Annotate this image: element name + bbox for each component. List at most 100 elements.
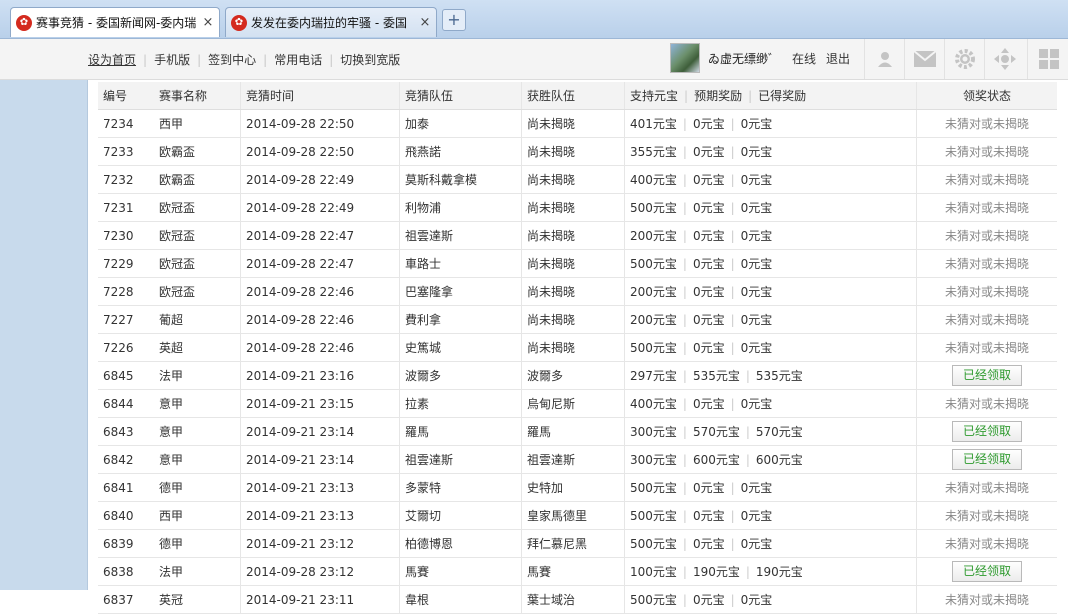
- cell-time: 2014-09-21 23:12: [241, 530, 400, 557]
- table-row: 7230 欧冠盃 2014-09-28 22:47 祖雲達斯 尚未揭晓 200元宝 | 0元宝…: [98, 222, 1057, 250]
- status-text: 未猜对或未揭晓: [944, 509, 1029, 523]
- tab-title: 赛事竞猜 - 委国新闻网-委内瑞: [36, 16, 197, 30]
- cell-status: 未猜对或未揭晓: [917, 474, 1057, 501]
- online-status[interactable]: 在线: [792, 50, 816, 67]
- browser-tab-strip: ✿ 赛事竞猜 - 委国新闻网-委内瑞 × ✿ 发发在委内瑞拉的牢骚 - 委国 ×…: [0, 0, 1068, 39]
- username-link[interactable]: ゐ虚无缥缈゛: [708, 50, 780, 67]
- cell-game: 德甲: [154, 530, 241, 557]
- phone-link[interactable]: 常用电话: [274, 51, 322, 68]
- table-row: 6844 意甲 2014-09-21 23:15 拉素 烏甸尼斯 400元宝 | 0元宝 | 0元…: [98, 390, 1057, 418]
- mobile-link[interactable]: 手机版: [154, 51, 190, 68]
- claimed-button[interactable]: 已经领取: [951, 449, 1022, 470]
- divider: |: [682, 312, 687, 327]
- cell-game: 意甲: [154, 390, 241, 417]
- cell-status: 未猜对或未揭晓: [917, 194, 1057, 221]
- cell-time: 2014-09-28 22:50: [241, 138, 400, 165]
- status-text: 未猜对或未揭晓: [944, 257, 1029, 271]
- cell-team: 艾爾切: [400, 502, 522, 529]
- cell-status: 未猜对或未揭晓: [917, 390, 1057, 417]
- cell-time: 2014-09-28 22:47: [241, 222, 400, 249]
- cell-time: 2014-09-28 22:46: [241, 334, 400, 361]
- browser-tab[interactable]: ✿ 发发在委内瑞拉的牢骚 - 委国 ×: [225, 7, 437, 37]
- new-tab-button[interactable]: +: [442, 9, 466, 31]
- cell-got: 600元宝: [755, 453, 803, 467]
- cell-expected: 0元宝: [692, 117, 725, 131]
- navigation-button[interactable]: [984, 39, 1025, 79]
- cell-time: 2014-09-21 23:13: [241, 474, 400, 501]
- cell-team: 柏德博恩: [400, 530, 522, 557]
- tab-close-icon[interactable]: ×: [201, 15, 215, 30]
- cell-rewards: 100元宝 | 190元宝 | 190元宝: [625, 558, 917, 585]
- cell-id: 6839: [103, 536, 134, 551]
- table-row: 6840 西甲 2014-09-21 23:13 艾爾切 皇家馬德里 500元宝 | 0元宝 |…: [98, 502, 1057, 530]
- header-game: 赛事名称: [154, 82, 241, 109]
- claimed-button[interactable]: 已经领取: [951, 561, 1022, 582]
- divider: |: [748, 88, 753, 103]
- browser-tab-active[interactable]: ✿ 赛事竞猜 - 委国新闻网-委内瑞 ×: [10, 7, 220, 37]
- table-header: 编号 赛事名称 竞猜时间 竞猜队伍 获胜队伍 支持元宝 | 预期奖励 | 已得奖…: [98, 82, 1057, 110]
- cell-rewards: 300元宝 | 570元宝 | 570元宝: [625, 418, 917, 445]
- profile-button[interactable]: [864, 39, 905, 79]
- divider: |: [730, 396, 735, 411]
- cell-id: 6844: [103, 396, 134, 411]
- logout-link[interactable]: 退出: [826, 50, 850, 67]
- divider: |: [682, 284, 687, 299]
- cell-game: 英冠: [154, 586, 241, 613]
- divider: |: [682, 592, 687, 607]
- cell-time: 2014-09-28 22:50: [241, 110, 400, 137]
- cell-expected: 0元宝: [692, 313, 725, 327]
- cell-rewards: 500元宝 | 0元宝 | 0元宝: [625, 334, 917, 361]
- cell-expected: 0元宝: [692, 341, 725, 355]
- cell-winner: 拜仁慕尼黑: [522, 530, 625, 557]
- header-team: 竞猜队伍: [400, 82, 522, 109]
- cell-got: 0元宝: [740, 257, 773, 271]
- cell-game: 欧冠盃: [154, 194, 241, 221]
- avatar[interactable]: [670, 43, 700, 73]
- divider: |: [682, 228, 687, 243]
- cell-id: 7232: [103, 172, 134, 187]
- header-rewards: 支持元宝 | 预期奖励 | 已得奖励: [625, 82, 917, 109]
- cell-support: 200元宝: [630, 229, 677, 243]
- cell-id: 7230: [103, 228, 134, 243]
- cell-got: 0元宝: [740, 285, 773, 299]
- divider: |: [682, 368, 687, 383]
- divider: |: [745, 452, 750, 467]
- cell-got: 0元宝: [740, 341, 773, 355]
- cell-team: 拉素: [400, 390, 522, 417]
- cell-team: 多蒙特: [400, 474, 522, 501]
- claimed-button[interactable]: 已经领取: [951, 421, 1022, 442]
- cell-status: 未猜对或未揭晓: [917, 222, 1057, 249]
- divider: |: [745, 564, 750, 579]
- set-homepage-link[interactable]: 设为首页: [88, 51, 136, 68]
- cell-got: 0元宝: [740, 117, 773, 131]
- wide-layout-link[interactable]: 切换到宽版: [340, 51, 400, 68]
- cell-time: 2014-09-21 23:14: [241, 418, 400, 445]
- cell-team: 祖雲達斯: [400, 222, 522, 249]
- divider: |: [730, 536, 735, 551]
- status-text: 未猜对或未揭晓: [944, 173, 1029, 187]
- table-row: 6845 法甲 2014-09-21 23:16 波爾多 波爾多 297元宝 | 535元宝 |…: [98, 362, 1057, 390]
- cell-id: 6845: [103, 368, 134, 383]
- cell-rewards: 400元宝 | 0元宝 | 0元宝: [625, 166, 917, 193]
- table-row: 6843 意甲 2014-09-21 23:14 羅馬 羅馬 300元宝 | 570元宝 | 57…: [98, 418, 1057, 446]
- cell-game: 意甲: [154, 446, 241, 473]
- divider: |: [682, 508, 687, 523]
- settings-button[interactable]: [944, 39, 985, 79]
- claimed-button[interactable]: 已经领取: [951, 365, 1022, 386]
- cell-game: 欧霸盃: [154, 138, 241, 165]
- cell-game: 欧冠盃: [154, 278, 241, 305]
- apps-button[interactable]: [1027, 39, 1068, 79]
- cell-time: 2014-09-28 22:47: [241, 250, 400, 277]
- cell-support: 401元宝: [630, 117, 677, 131]
- header-expected: 预期奖励: [694, 89, 743, 103]
- tab-close-icon[interactable]: ×: [418, 15, 432, 30]
- messages-button[interactable]: [904, 39, 945, 79]
- cell-winner: 尚未揭晓: [522, 334, 625, 361]
- cell-rewards: 401元宝 | 0元宝 | 0元宝: [625, 110, 917, 137]
- cell-status: 未猜对或未揭晓: [917, 250, 1057, 277]
- cell-team: 巴塞隆拿: [400, 278, 522, 305]
- cell-got: 0元宝: [740, 201, 773, 215]
- checkin-link[interactable]: 签到中心: [208, 51, 256, 68]
- divider: |: [730, 592, 735, 607]
- cell-expected: 0元宝: [692, 285, 725, 299]
